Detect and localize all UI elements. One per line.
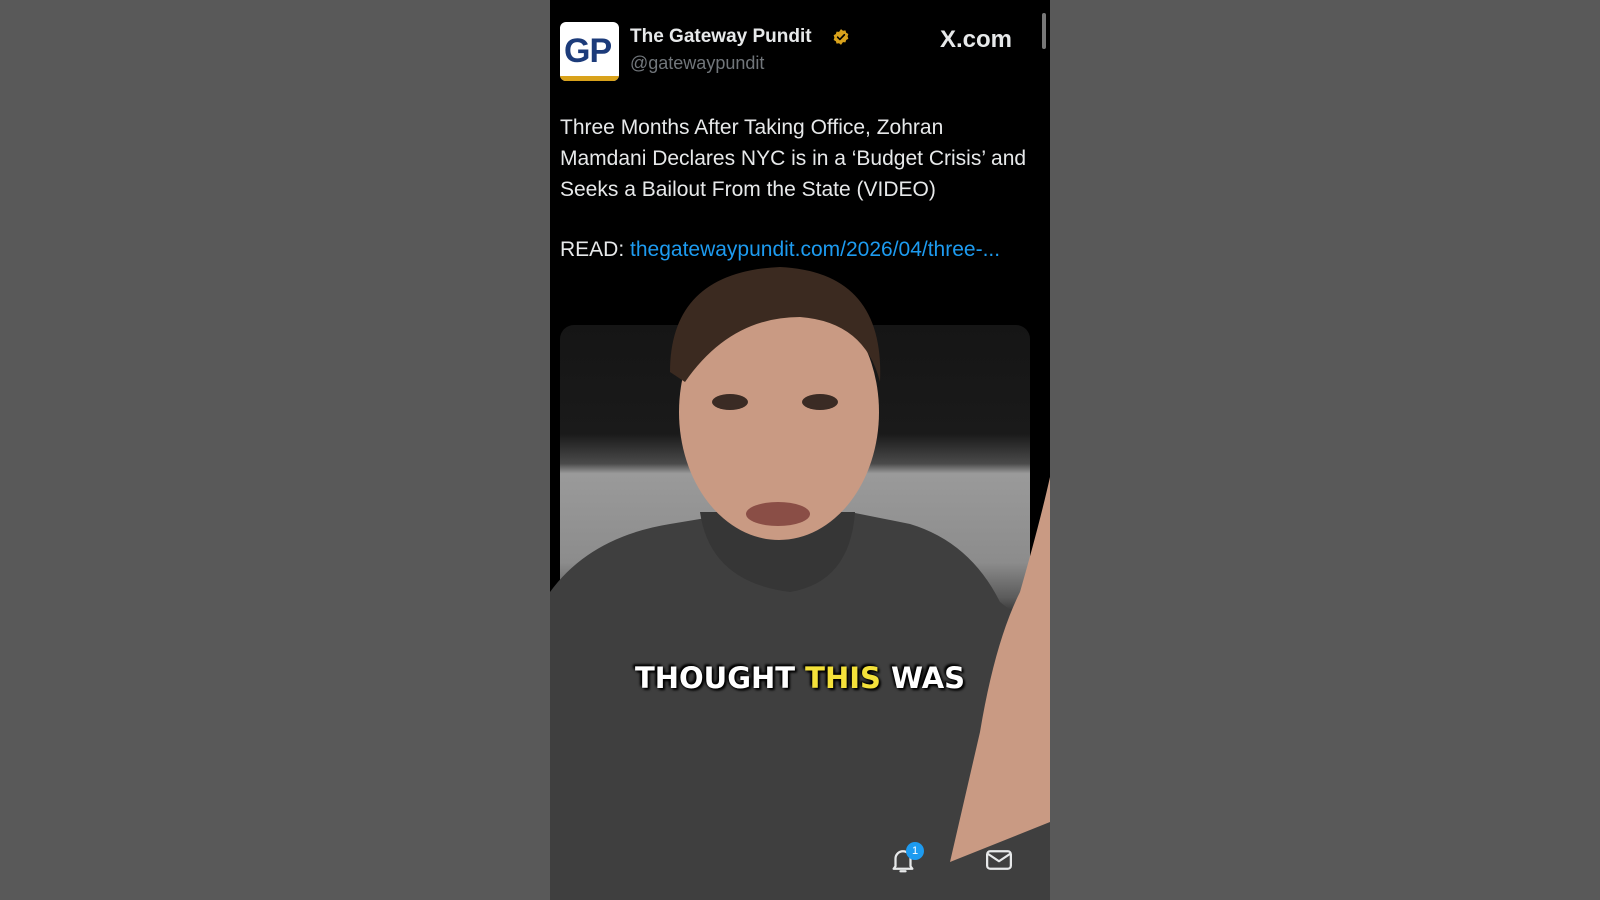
post-text: Three Months After Taking Office, Zohran… [560, 116, 1027, 201]
mail-icon[interactable] [984, 845, 1014, 875]
post-header: GP The Gateway Pundit @gatewaypundit X.c… [560, 22, 1040, 82]
caption-text-end: WAS [880, 661, 966, 695]
avatar-logo-text: GP [564, 32, 612, 70]
tweet-screenshot: GP The Gateway Pundit @gatewaypundit X.c… [550, 0, 1050, 900]
site-label: X.com [940, 26, 1013, 53]
notification-badge: 1 [906, 842, 924, 860]
avatar-stripe [560, 76, 619, 81]
scrollbar[interactable] [1042, 13, 1046, 49]
caption-highlight: THIS [805, 661, 881, 695]
caption-text: THOUGHT [634, 661, 806, 695]
presenter-video-overlay [550, 267, 1050, 900]
verified-badge-icon [833, 29, 849, 45]
author-handle[interactable]: @gatewaypundit [630, 53, 764, 74]
avatar[interactable]: GP [560, 22, 619, 81]
article-link[interactable]: thegatewaypundit.com/2026/04/three-... [630, 238, 1000, 261]
author-name[interactable]: The Gateway Pundit [630, 26, 812, 48]
video-caption: THOUGHT THIS WAS [550, 661, 1050, 695]
read-label: READ: [560, 238, 631, 261]
read-line: READ: thegatewaypundit.com/2026/04/three… [560, 234, 1030, 265]
